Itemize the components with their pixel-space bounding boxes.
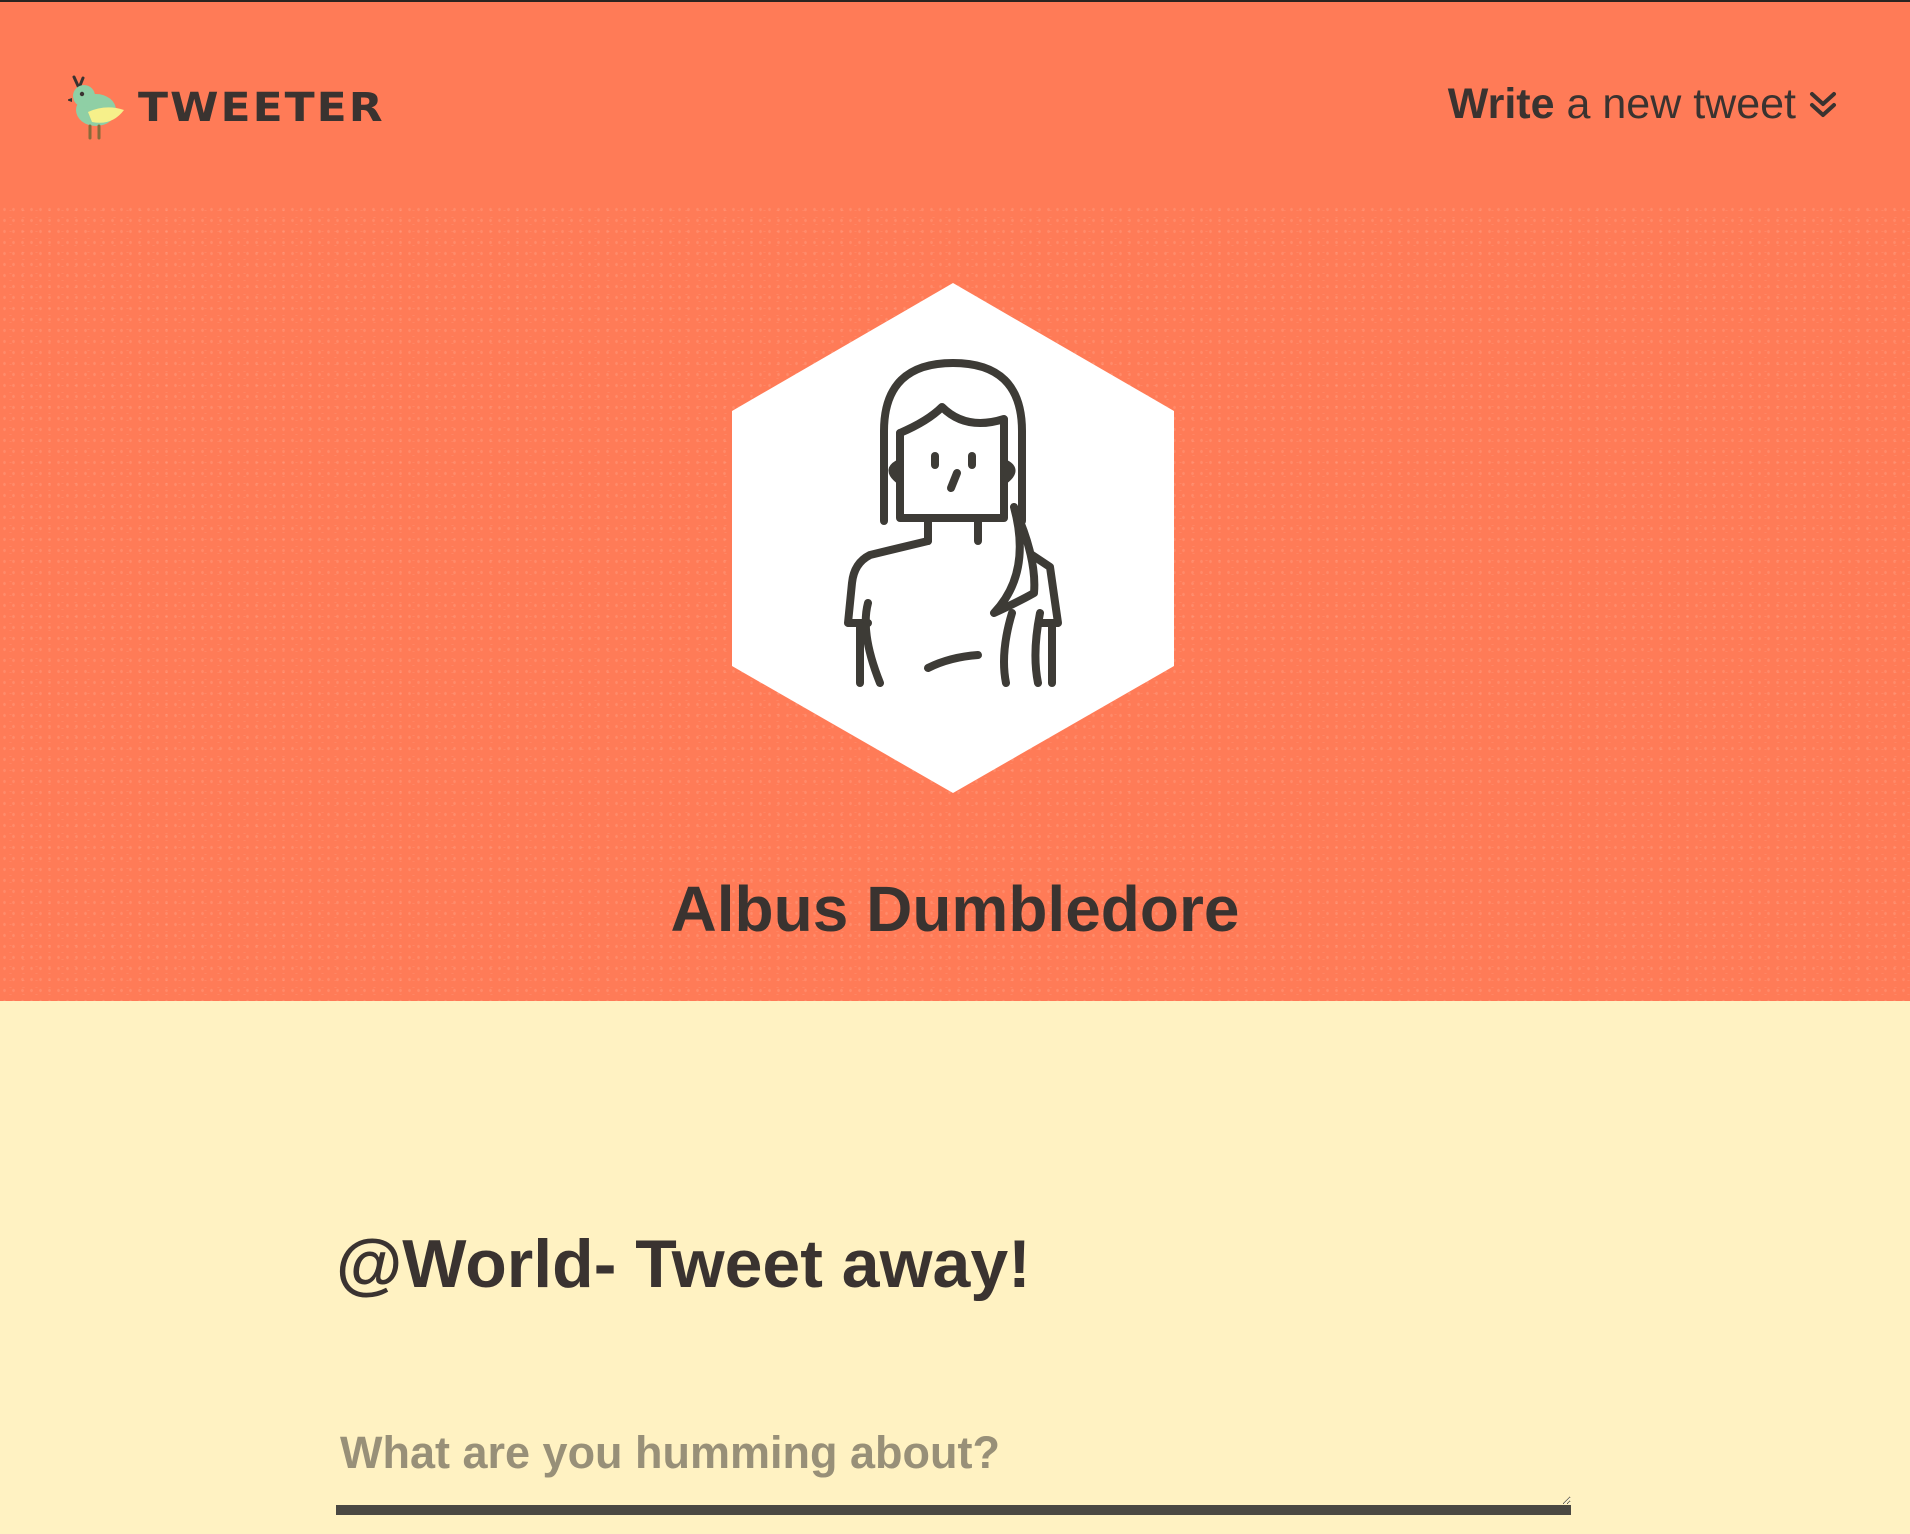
tweet-input[interactable] — [336, 1419, 1571, 1515]
write-label-rest: a new tweet — [1566, 80, 1796, 128]
profile-header: Albus Dumbledore — [0, 204, 1910, 1001]
person-avatar-icon — [732, 283, 1174, 793]
double-chevron-down-icon — [1810, 91, 1836, 117]
tweet-composer: @World- Tweet away! — [336, 1225, 1571, 1515]
profile-name: Albus Dumbledore — [670, 873, 1240, 945]
write-tweet-toggle[interactable]: Write a new tweet — [1448, 80, 1838, 129]
write-label-strong: Write — [1447, 80, 1555, 128]
top-navbar: TWEETER Write a new tweet — [0, 2, 1910, 204]
brand-name: TWEETER — [138, 83, 385, 131]
bird-logo-icon — [68, 75, 124, 140]
brand-logo[interactable]: TWEETER — [68, 74, 385, 140]
composer-title: @World- Tweet away! — [336, 1226, 1031, 1302]
